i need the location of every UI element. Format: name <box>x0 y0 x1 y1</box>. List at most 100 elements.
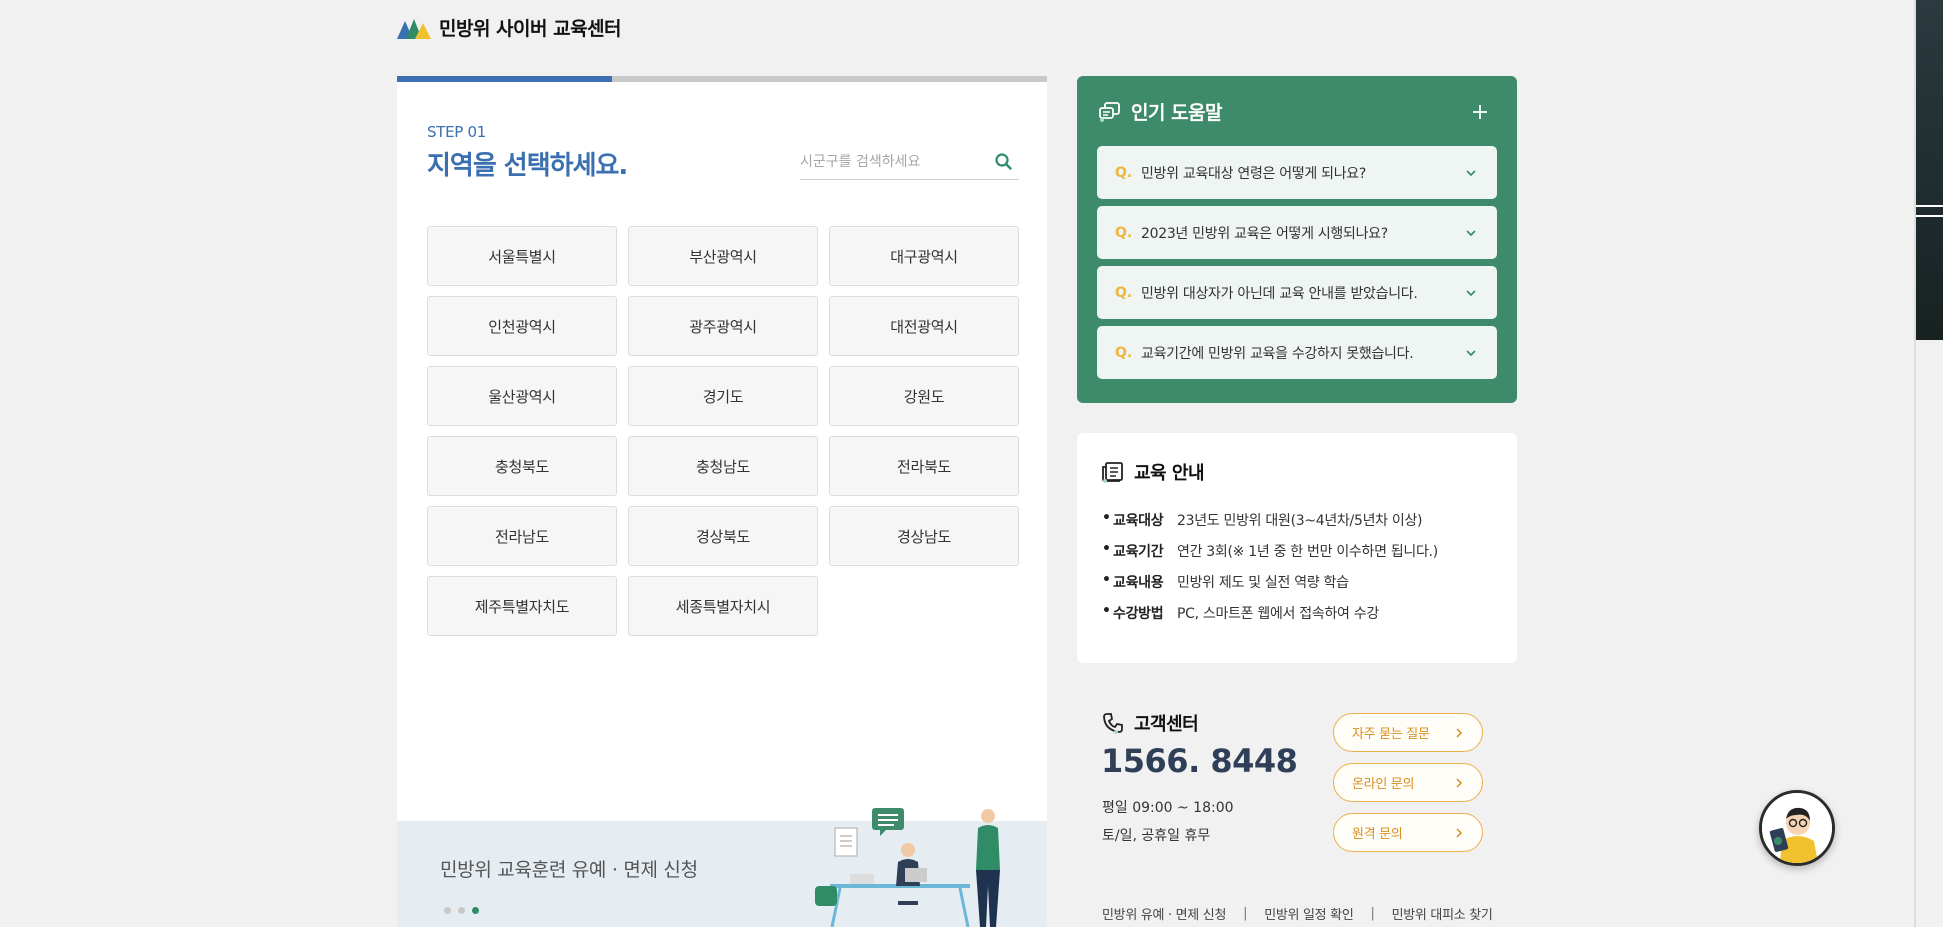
newspaper-icon <box>1102 462 1123 483</box>
region-button[interactable]: 경상북도 <box>628 506 818 566</box>
online-inquiry-button[interactable]: 온라인 문의 <box>1333 763 1483 802</box>
education-info-key: 교육대상 <box>1102 510 1177 530</box>
chevron-down-icon <box>1466 290 1476 297</box>
education-info-row: 교육내용민방위 제도 및 실전 역량 학습 <box>1102 572 1438 592</box>
region-button[interactable]: 세종특별자치시 <box>628 576 818 636</box>
office-people-illustration <box>815 808 1000 927</box>
region-search-input[interactable] <box>800 146 990 177</box>
region-button[interactable]: 전라북도 <box>829 436 1019 496</box>
step-title: 지역을 선택하세요. <box>427 151 628 181</box>
region-grid: 서울특별시 부산광역시 대구광역시인천광역시 광주광역시 대전광역시울산광역시 경기도 강원… <box>427 226 1019 636</box>
education-info-key: 교육내용 <box>1102 572 1177 592</box>
faq-question-text: 교육기간에 민방위 교육을 수강하지 못했습니다. <box>1141 345 1414 362</box>
decorative-photo <box>1916 0 1943 340</box>
faq-q-marker: Q. <box>1115 284 1133 301</box>
footer-separator: | <box>1370 906 1375 921</box>
faq-item[interactable]: Q. 민방위 대상자가 아닌데 교육 안내를 받았습니다. <box>1097 266 1497 319</box>
region-search <box>800 144 1019 180</box>
education-info-key: 교육기간 <box>1102 541 1177 561</box>
plus-icon[interactable] <box>1469 101 1491 123</box>
footer-link[interactable]: 민방위 유예 · 면제 신청 <box>1102 904 1226 923</box>
faq-q-marker: Q. <box>1115 344 1133 361</box>
region-button[interactable]: 인천광역시 <box>427 296 617 356</box>
education-info-value: PC, 스마트폰 웹에서 접속하여 수강 <box>1177 606 1379 622</box>
faq-question-text: 민방위 교육대상 연령은 어떻게 되나요? <box>1141 165 1367 182</box>
footer-link[interactable]: 민방위 일정 확인 <box>1264 904 1354 923</box>
chevron-right-icon <box>1456 777 1463 788</box>
region-button[interactable]: 서울특별시 <box>427 226 617 286</box>
region-button[interactable]: 충청북도 <box>427 436 617 496</box>
chatbot-avatar-icon <box>1762 793 1832 863</box>
education-info-row: 수강방법PC, 스마트폰 웹에서 접속하여 수강 <box>1102 603 1438 623</box>
customer-center-title: 고객센터 <box>1134 714 1199 735</box>
footer-links: 민방위 유예 · 면제 신청 | 민방위 일정 확인 | 민방위 대피소 찾기 <box>1102 904 1493 923</box>
education-info-card: 교육 안내 교육대상23년도 민방위 대원(3~4년차/5년차 이상)교육기간연… <box>1077 433 1517 663</box>
chevron-right-icon <box>1456 727 1463 738</box>
chevron-down-icon <box>1466 170 1476 177</box>
region-button[interactable]: 광주광역시 <box>628 296 818 356</box>
education-info-header: 교육 안내 <box>1102 459 1205 485</box>
chatbot-button[interactable] <box>1759 790 1835 866</box>
region-button[interactable]: 제주특별자치도 <box>427 576 617 636</box>
customer-center-buttons: 자주 묻는 질문온라인 문의원격 문의 <box>1333 713 1483 852</box>
faq-q-marker: Q. <box>1115 164 1133 181</box>
banner-slide[interactable]: 민방위 교육훈련 유예 · 면제 신청 <box>397 808 1047 927</box>
banner-dot-3[interactable] <box>472 907 479 914</box>
region-button[interactable]: 경기도 <box>628 366 818 426</box>
education-info-key: 수강방법 <box>1102 603 1177 623</box>
weekday-hours: 평일 09:00 ~ 18:00 <box>1102 800 1234 816</box>
faq-item[interactable]: Q. 2023년 민방위 교육은 어떻게 시행되나요? <box>1097 206 1497 259</box>
footer-link[interactable]: 민방위 대피소 찾기 <box>1392 904 1493 923</box>
popular-help-header: 인기 도움말 <box>1099 98 1223 125</box>
banner-dot-1[interactable] <box>444 907 451 914</box>
faq-item[interactable]: Q. 민방위 교육대상 연령은 어떻게 되나요? <box>1097 146 1497 199</box>
region-button[interactable]: 대구광역시 <box>829 226 1019 286</box>
customer-center-phone: 1566. 8448 <box>1101 742 1298 780</box>
popular-help-card: 인기 도움말 Q. 민방위 교육대상 연령은 어떻게 되나요? Q. 2023년 민방… <box>1077 76 1517 403</box>
region-button[interactable]: 강원도 <box>829 366 1019 426</box>
education-info-title: 교육 안내 <box>1134 463 1205 484</box>
chat-bubbles-icon <box>1099 101 1120 122</box>
logo-text: 민방위 사이버 교육센터 <box>439 18 622 40</box>
weekend-hours: 토/일, 공휴일 휴무 <box>1102 828 1211 844</box>
faq-q-marker: Q. <box>1115 224 1133 241</box>
region-button[interactable]: 부산광역시 <box>628 226 818 286</box>
region-button[interactable]: 충청남도 <box>628 436 818 496</box>
chevron-down-icon <box>1466 230 1476 237</box>
step-label: STEP 01 <box>427 123 486 141</box>
education-info-value: 23년도 민방위 대원(3~4년차/5년차 이상) <box>1177 513 1423 529</box>
faq-question-text: 민방위 대상자가 아닌데 교육 안내를 받았습니다. <box>1141 285 1418 302</box>
remote-inquiry-button[interactable]: 원격 문의 <box>1333 813 1483 852</box>
chevron-right-icon <box>1456 827 1463 838</box>
popular-help-list: Q. 민방위 교육대상 연령은 어떻게 되나요? Q. 2023년 민방위 교육은 어… <box>1097 146 1497 379</box>
customer-center-button-label: 자주 묻는 질문 <box>1352 727 1430 742</box>
faq-question-text: 2023년 민방위 교육은 어떻게 시행되나요? <box>1141 225 1388 242</box>
step-progress-track <box>397 76 1047 82</box>
footer-separator: | <box>1243 906 1248 921</box>
customer-center-button-label: 원격 문의 <box>1352 827 1403 842</box>
banner-text: 민방위 교육훈련 유예 · 면제 신청 <box>440 859 698 881</box>
banner-pagination <box>444 907 479 914</box>
chevron-down-icon <box>1466 350 1476 357</box>
faq-item[interactable]: Q. 교육기간에 민방위 교육을 수강하지 못했습니다. <box>1097 326 1497 379</box>
education-info-row: 교육대상23년도 민방위 대원(3~4년차/5년차 이상) <box>1102 510 1438 530</box>
region-button[interactable]: 울산광역시 <box>427 366 617 426</box>
customer-center-header: 고객센터 <box>1102 710 1199 736</box>
education-info-row: 교육기간연간 3회(※ 1년 중 한 번만 이수하면 됩니다.) <box>1102 541 1438 561</box>
phone-icon <box>1103 713 1123 734</box>
education-info-value: 민방위 제도 및 실전 역량 학습 <box>1177 575 1349 591</box>
popular-help-title: 인기 도움말 <box>1131 102 1223 124</box>
education-info-value: 연간 3회(※ 1년 중 한 번만 이수하면 됩니다.) <box>1177 544 1438 560</box>
banner-dot-2[interactable] <box>458 907 465 914</box>
faq-button[interactable]: 자주 묻는 질문 <box>1333 713 1483 752</box>
region-button[interactable]: 대전광역시 <box>829 296 1019 356</box>
customer-center-button-label: 온라인 문의 <box>1352 777 1415 792</box>
education-info-list: 교육대상23년도 민방위 대원(3~4년차/5년차 이상)교육기간연간 3회(※… <box>1102 510 1438 623</box>
region-button[interactable]: 전라남도 <box>427 506 617 566</box>
step-progress-fill <box>397 76 612 82</box>
region-button[interactable]: 경상남도 <box>829 506 1019 566</box>
site-logo[interactable]: 민방위 사이버 교육센터 <box>397 14 622 41</box>
search-icon[interactable] <box>990 149 1016 175</box>
logo-mountains-icon <box>397 18 431 39</box>
region-select-card: STEP 01 지역을 선택하세요. 서울특별시부산광역시대구광역시인천광역시광… <box>397 76 1047 927</box>
